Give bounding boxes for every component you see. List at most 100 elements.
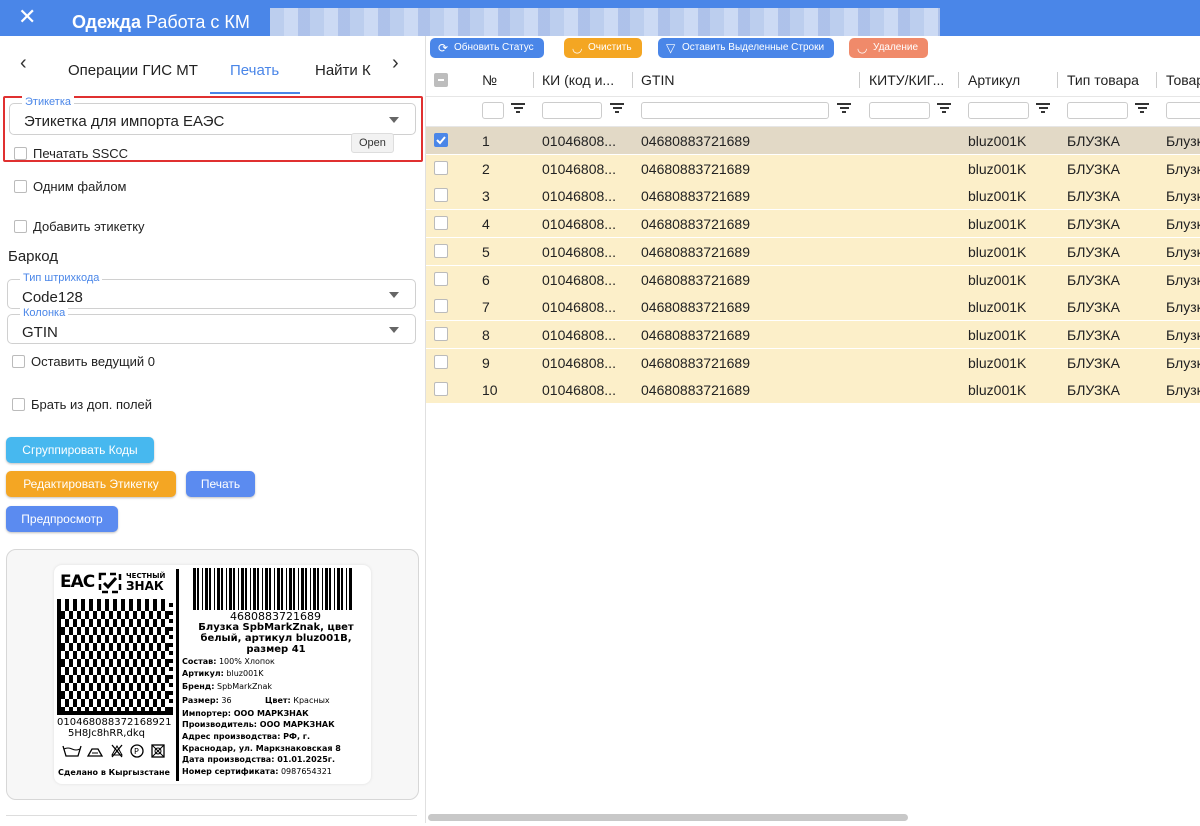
keep-zero-label: Оставить ведущий 0 [31,354,156,369]
print-sscc-checkbox[interactable] [14,147,27,160]
bucket-icon: ◡ [572,41,583,55]
filter-icon[interactable] [937,103,951,115]
row-checkbox[interactable] [434,271,448,286]
row-checkbox[interactable] [434,160,448,175]
brand-mark-line2: ЗНАК [126,579,164,593]
filter-input-kitu[interactable] [869,102,930,119]
row-checkbox[interactable] [434,354,448,369]
cell-article: bluz001K [968,188,1027,205]
row-checkbox[interactable] [434,188,448,203]
col-header-type[interactable]: Тип товара [1067,72,1139,88]
barcode-graphic [193,568,357,615]
table-row[interactable]: 10 01046808... 04680883721689 bluz001K БЛУЗК… [426,376,1200,405]
keep-zero-checkbox[interactable] [12,355,25,368]
filter-input-gtin[interactable] [641,102,829,119]
row-checkbox[interactable] [434,216,448,231]
edit-label-button[interactable]: Редактировать Этикетку [6,471,176,497]
composition-line: Состав: 100% Хлопок [182,657,275,666]
horizontal-scrollbar[interactable] [428,814,908,821]
table-row[interactable]: 2 01046808... 04680883721689 bluz001K БЛУЗКА… [426,154,1200,183]
filter-input-article[interactable] [968,102,1029,119]
select-all-checkbox[interactable] [434,73,448,87]
print-sscc-label: Печатать SSCC [33,146,129,161]
chevron-down-icon[interactable] [389,327,399,333]
chevron-right-icon[interactable]: › [392,52,399,75]
title-bar: ✕ Одежда Работа с КМ [0,0,1200,36]
cell-ki: 01046808... [542,382,616,399]
table-row[interactable]: 6 01046808... 04680883721689 bluz001K БЛУЗКА… [426,265,1200,294]
refresh-icon: ⟳ [438,41,449,55]
filter-icon[interactable] [837,103,851,115]
filter-icon[interactable] [511,103,525,115]
filter-icon[interactable] [610,103,624,115]
row-checkbox[interactable] [434,382,448,397]
chevron-down-icon[interactable] [389,292,399,298]
add-label-checkbox[interactable] [14,220,27,233]
trash-icon: ◡ [857,41,868,55]
table-row[interactable]: 8 01046808... 04680883721689 bluz001K БЛУЗКА… [426,320,1200,349]
svg-text:P: P [134,747,139,756]
delete-label: Удаление [873,42,919,53]
col-separator[interactable] [533,72,534,88]
row-checkbox[interactable] [434,299,448,314]
window-title-rest: Работа с КМ [140,12,250,32]
col-separator[interactable] [958,72,959,88]
row-checkbox[interactable] [434,243,448,258]
barcode-type-select[interactable]: Тип штрихкода Code128 [7,272,416,309]
cell-gtin: 04680883721689 [641,271,751,288]
cell-product: Блузка [1166,188,1200,205]
column-select[interactable]: Колонка GTIN [7,307,416,344]
col-separator[interactable] [1057,72,1058,88]
filter-input-product[interactable] [1166,102,1200,119]
col-header-kitu[interactable]: КИТУ/КИГ... [869,72,944,88]
from-extra-checkbox[interactable] [12,398,25,411]
close-icon[interactable]: ✕ [18,6,36,28]
row-checkbox[interactable] [434,326,448,341]
tab-bar: ‹ Операции ГИС МТ Печать Найти К › [0,46,426,94]
delete-button[interactable]: ◡ Удаление [849,38,929,58]
print-button[interactable]: Печать [186,471,255,497]
datamatrix-code [57,599,173,720]
tab-print[interactable]: Печать [230,62,279,79]
cell-num: 5 [482,243,490,260]
chevron-left-icon[interactable]: ‹ [20,52,27,75]
table-row[interactable]: 4 01046808... 04680883721689 bluz001K БЛУЗКА… [426,210,1200,239]
chevron-down-icon[interactable] [389,117,399,123]
tab-gis-operations[interactable]: Операции ГИС МТ [68,62,198,79]
size-line: Размер: 36 [182,696,232,705]
col-header-product[interactable]: Товар [1166,72,1200,88]
table-row[interactable]: 7 01046808... 04680883721689 bluz001K БЛУЗКА… [426,293,1200,322]
col-header-num[interactable]: № [482,72,497,88]
row-checkbox[interactable] [434,133,448,147]
keep-selected-button[interactable]: ▽ Оставить Выделенные Строки [658,38,835,58]
col-separator[interactable] [632,72,633,88]
group-codes-button[interactable]: Сгруппировать Коды [6,437,154,463]
label-select[interactable]: Этикетка Этикетка для импорта ЕАЭС [9,96,416,135]
cell-article: bluz001K [968,243,1027,260]
table-row[interactable]: 5 01046808... 04680883721689 bluz001K БЛУЗКА… [426,237,1200,266]
col-header-article[interactable]: Артикул [968,72,1020,88]
filter-icon[interactable] [1036,103,1050,115]
cell-type: БЛУЗКА [1067,382,1120,399]
barcode-section-title: Баркод [8,248,59,265]
code-line1: 010468088372168921 [57,717,172,728]
tab-find[interactable]: Найти К [315,62,371,79]
color-line: Цвет: Красных [265,696,330,705]
filter-input-num[interactable] [482,102,504,119]
one-file-checkbox[interactable] [14,180,27,193]
cell-num: 8 [482,326,490,343]
table-row[interactable]: 3 01046808... 04680883721689 bluz001K БЛУЗКА… [426,182,1200,211]
col-separator[interactable] [1156,72,1157,88]
col-header-ki[interactable]: КИ (код и... [542,72,614,88]
table-row[interactable]: 1 01046808... 04680883721689 bluz001K БЛУЗКА… [426,127,1200,155]
refresh-status-button[interactable]: ⟳ Обновить Статус [430,38,544,58]
filter-icon[interactable] [1135,103,1149,115]
cell-type: БЛУЗКА [1067,299,1120,316]
clear-button[interactable]: ◡ Очистить [564,38,642,58]
filter-input-type[interactable] [1067,102,1128,119]
filter-input-ki[interactable] [542,102,602,119]
preview-button[interactable]: Предпросмотр [6,506,118,532]
col-separator[interactable] [859,72,860,88]
table-row[interactable]: 9 01046808... 04680883721689 bluz001K БЛУЗКА… [426,348,1200,377]
col-header-gtin[interactable]: GTIN [641,72,674,88]
